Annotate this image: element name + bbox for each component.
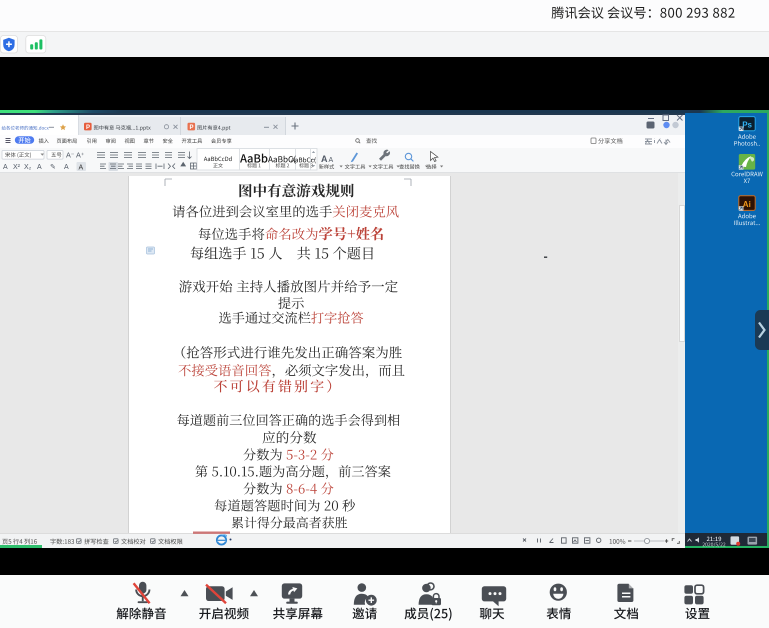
- svg-text:A: A: [64, 164, 69, 171]
- svg-text:Ps: Ps: [742, 120, 752, 129]
- svg-text:A⁻: A⁻: [66, 151, 75, 160]
- svg-text:X₂: X₂: [24, 164, 32, 171]
- svg-text:A: A: [329, 157, 334, 164]
- svg-text:Ai: Ai: [743, 200, 751, 209]
- svg-text:A: A: [79, 165, 84, 172]
- svg-text:A: A: [321, 154, 328, 164]
- svg-text:X²: X²: [13, 164, 21, 171]
- svg-text:A: A: [3, 164, 8, 171]
- svg-text:P: P: [86, 125, 90, 131]
- svg-text:✎: ✎: [50, 164, 56, 171]
- svg-text:A⁺: A⁺: [76, 151, 85, 160]
- svg-text:A: A: [37, 164, 42, 171]
- svg-text:P: P: [190, 125, 194, 131]
